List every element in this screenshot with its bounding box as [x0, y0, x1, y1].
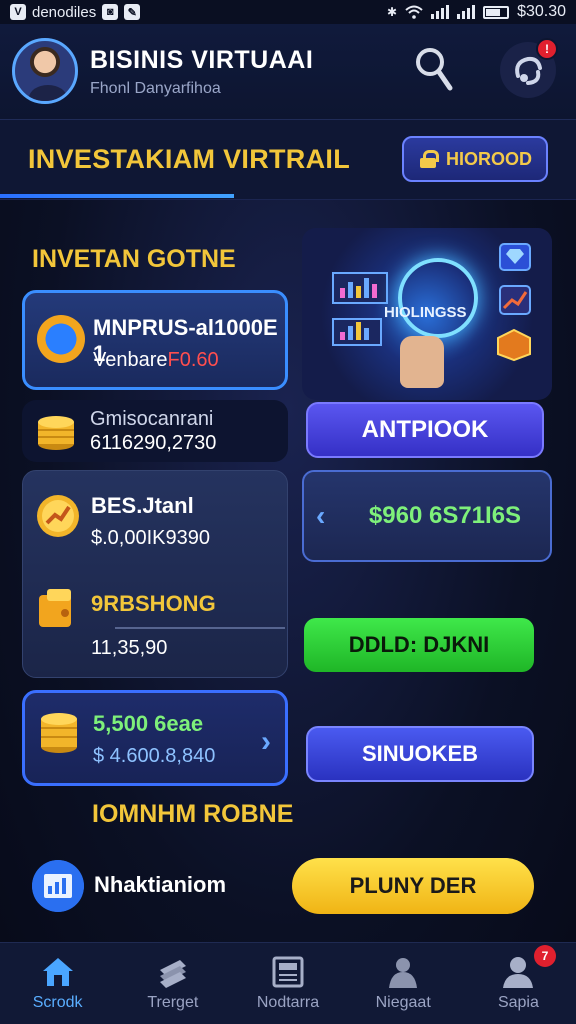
- nav-label-home: Scrodk: [32, 993, 83, 1011]
- chevron-right-icon[interactable]: ›: [261, 725, 271, 759]
- card4-value: $ 4.600.8,840: [93, 745, 216, 767]
- nav-label-news: Nodtarra: [256, 993, 320, 1011]
- nav-item-profile[interactable]: Sapia 7: [461, 943, 576, 1024]
- diamond-icon: [499, 243, 531, 271]
- growth-coin-icon: [37, 495, 79, 537]
- app-subtitle: Fhonl Danyarfihoa: [90, 80, 221, 97]
- promo-label: HIOLINGSS: [384, 304, 467, 321]
- hologram-ring-icon: [398, 258, 478, 338]
- cube-icon: [497, 328, 531, 362]
- nav-label-target: Trerget: [147, 993, 199, 1011]
- wallet-icon: [39, 589, 71, 627]
- play-button[interactable]: PLUNY DER: [292, 858, 534, 914]
- report-label[interactable]: Nhaktianiom: [94, 872, 226, 898]
- nav-label-profile: Sapia: [497, 993, 539, 1011]
- card4-title: 5,500 6eae: [93, 711, 204, 736]
- nav-item-news[interactable]: Nodtarra: [230, 943, 345, 1024]
- investment-card-1[interactable]: MNPRUS-al1000E 1 VenbareF0.60: [22, 290, 288, 390]
- price-value: $960 6S71I6S: [368, 502, 522, 529]
- wifi-icon: [405, 5, 423, 19]
- nav-item-home[interactable]: Scrodk: [0, 943, 115, 1024]
- card1-subtitle: VenbareF0.60: [93, 349, 219, 372]
- bottom-heading: IOMNHM ROBNE: [92, 800, 294, 828]
- nav-item-target[interactable]: Trerget: [115, 943, 230, 1024]
- card1-subtitle-prefix: Venbare: [93, 349, 168, 371]
- nav-badge: 7: [534, 945, 557, 967]
- status-bar: V denodiles ◙ ✎ ✱ $30.30: [0, 0, 576, 24]
- card2-title: Gmisocanrani: [90, 408, 214, 430]
- blue-action-button[interactable]: SINUOKEB: [306, 726, 534, 782]
- card2-value: 6116290,2730: [90, 432, 217, 454]
- report-icon: [32, 860, 84, 912]
- left-heading: INVETAN GOTNE: [32, 245, 236, 273]
- avatar[interactable]: [12, 38, 78, 104]
- price-selector[interactable]: ‹ $960 6S71I6S: [302, 470, 552, 562]
- person-icon: [389, 957, 418, 988]
- alert-button[interactable]: !: [500, 38, 558, 98]
- profile-icon: [503, 956, 534, 988]
- green-action-button[interactable]: DDLD: DJKNI: [304, 618, 534, 672]
- chevron-left-icon[interactable]: ‹: [316, 500, 325, 532]
- news-icon: [272, 956, 304, 987]
- exchange-icon: [37, 315, 85, 363]
- nav-item-person[interactable]: Niegaat: [346, 943, 461, 1024]
- card3-title-b: 9RBSHONG: [91, 591, 216, 616]
- header-action-button[interactable]: HIOROOD: [402, 136, 548, 182]
- signal-icon-2: [457, 5, 476, 19]
- leaf-icon: ✎: [124, 4, 141, 20]
- home-icon: [42, 957, 73, 986]
- header-action-label: HIOROOD: [445, 148, 532, 169]
- chart-panel-icon-2: [332, 318, 382, 346]
- notification-icon: ◙: [102, 4, 119, 20]
- app-header: BISINIS VIRTUAAI Fhonl Danyarfihoa !: [0, 24, 576, 120]
- card3-divider: [115, 627, 285, 629]
- card1-subtitle-value: F0.60: [167, 349, 219, 371]
- alert-badge: !: [536, 38, 558, 60]
- status-time: $30.30: [517, 3, 566, 20]
- investment-card-3[interactable]: BES.Jtanl $.0,00IK9390 9RBSHONG 11,35,90: [22, 470, 288, 678]
- tab-underline: [0, 194, 234, 198]
- chart-panel-icon: [332, 272, 388, 304]
- card3-value-a: $.0,00IK9390: [91, 527, 210, 549]
- stack-icon: [159, 959, 186, 988]
- primary-action-button[interactable]: ANTPIOOK: [306, 402, 544, 458]
- lock-icon: [418, 150, 439, 168]
- section-bar: INVESTAKIAM VIRTRAIL HIOROOD: [0, 120, 576, 200]
- coins-icon: [38, 416, 74, 450]
- trend-icon: [499, 285, 531, 315]
- hand-icon: [400, 336, 444, 388]
- promo-banner[interactable]: HIOLINGSS: [302, 228, 552, 400]
- section-title: INVESTAKIAM VIRTRAIL: [28, 144, 350, 174]
- status-left-text: denodiles: [32, 3, 97, 21]
- search-icon[interactable]: [414, 46, 454, 92]
- signal-icon: [431, 5, 450, 19]
- investment-card-2[interactable]: Gmisocanrani 6116290,2730: [22, 400, 288, 462]
- app-icon: V: [10, 4, 26, 20]
- nav-label-person: Niegaat: [375, 993, 431, 1011]
- bluetooth-icon: ✱: [387, 5, 398, 19]
- app-title: BISINIS VIRTUAAI: [90, 46, 314, 74]
- investment-card-4[interactable]: 5,500 6eae $ 4.600.8,840 ›: [22, 690, 288, 786]
- battery-icon: [483, 5, 510, 19]
- bottom-nav: Scrodk Trerget Nodtarra Niegaat Sapia 7: [0, 942, 576, 1024]
- card3-title-a: BES.Jtanl: [91, 493, 194, 518]
- card3-value-b: 11,35,90: [91, 637, 168, 659]
- coin-stack-icon: [41, 713, 77, 753]
